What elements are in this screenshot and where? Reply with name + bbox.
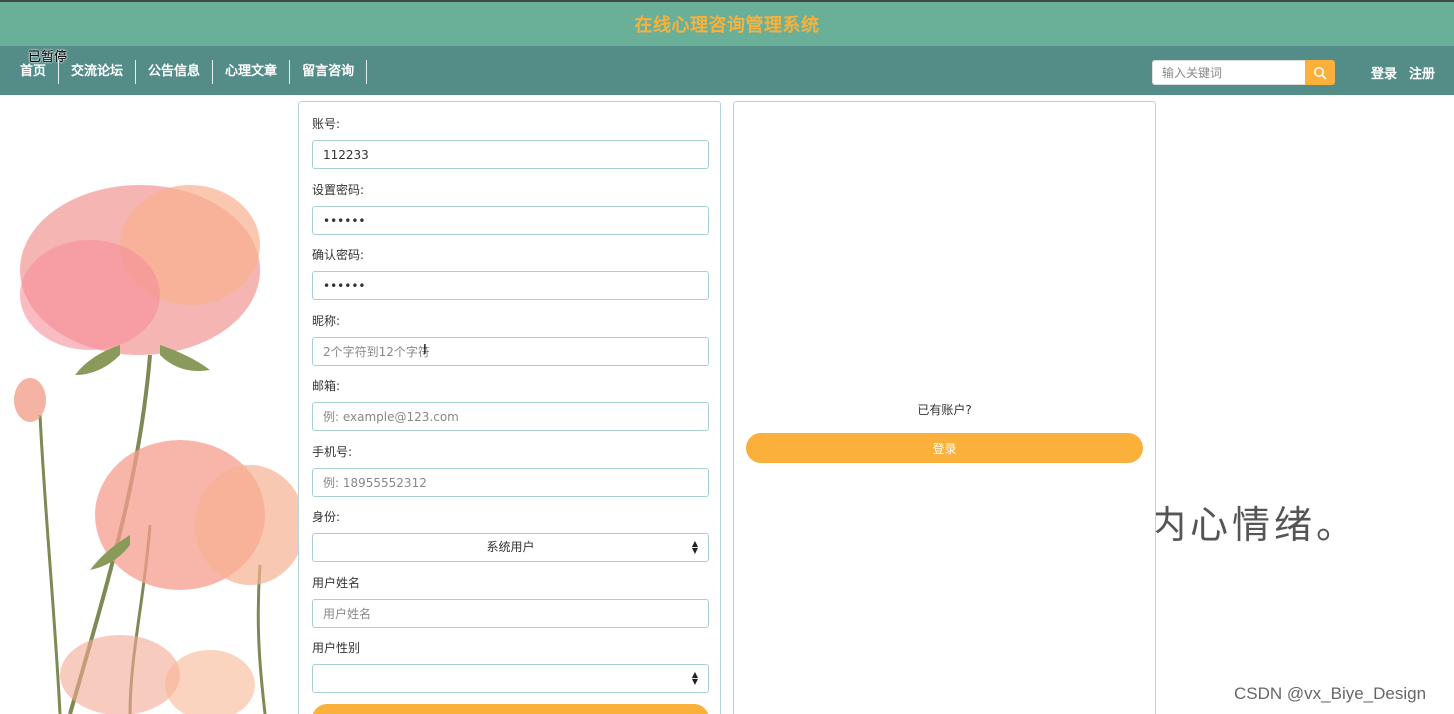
login-panel: 已有账户? 登录 <box>733 101 1156 714</box>
phone-input[interactable] <box>312 468 709 497</box>
nav-menu: 首页 交流论坛 公告信息 心理文章 留言咨询 <box>8 60 368 84</box>
role-select-value: 系统用户 <box>486 540 535 554</box>
email-input[interactable] <box>312 402 709 431</box>
password-label: 设置密码: <box>312 183 365 197</box>
real-name-field: 用户姓名 <box>312 575 709 628</box>
nickname-input[interactable] <box>312 337 709 366</box>
phone-label: 手机号: <box>312 445 353 459</box>
site-title: 在线心理咨询管理系统 <box>634 15 820 36</box>
nav-item-consult[interactable]: 留言咨询 <box>290 60 368 84</box>
confirm-password-input[interactable] <box>312 271 709 300</box>
phone-field: 手机号: <box>312 444 709 497</box>
account-label: 账号: <box>312 117 341 131</box>
top-header: 在线心理咨询管理系统 <box>0 0 1454 46</box>
email-label: 邮箱: <box>312 379 341 393</box>
nav-bar: 已暂停 首页 交流论坛 公告信息 心理文章 留言咨询 登录 注册 <box>0 46 1454 95</box>
nav-item-forum[interactable]: 交流论坛 <box>59 60 137 84</box>
search-input[interactable] <box>1152 60 1305 85</box>
gender-field: 用户性别 ▲ ▼ <box>312 640 709 693</box>
flower-illustration <box>14 185 300 714</box>
nav-item-articles[interactable]: 心理文章 <box>213 60 291 84</box>
search-icon <box>1314 66 1327 79</box>
password-field: 设置密码: <box>312 182 709 235</box>
background-slogan: 内心情绪。 <box>1148 503 1359 547</box>
watermark: CSDN @vx_Biye_Design <box>1234 684 1427 703</box>
select-caret-icon: ▲ ▼ <box>691 539 698 555</box>
email-field: 邮箱: <box>312 378 709 431</box>
register-link[interactable]: 注册 <box>1409 63 1435 82</box>
account-input[interactable] <box>312 140 709 169</box>
select-caret-icon: ▲ ▼ <box>691 670 698 686</box>
password-input[interactable] <box>312 206 709 235</box>
auth-links: 登录 注册 <box>1371 63 1435 82</box>
search-box <box>1152 60 1335 85</box>
gender-label: 用户性别 <box>312 641 361 655</box>
confirm-password-field: 确认密码: <box>312 247 709 300</box>
role-field: 身份: 系统用户 ▲ ▼ <box>312 509 709 562</box>
search-button[interactable] <box>1305 60 1335 85</box>
nickname-label: 昵称: <box>312 314 341 328</box>
register-submit-button[interactable] <box>312 704 709 714</box>
nickname-field: 昵称: <box>312 313 709 366</box>
real-name-label: 用户姓名 <box>312 576 361 590</box>
role-select[interactable]: 系统用户 ▲ ▼ <box>312 533 709 562</box>
role-label: 身份: <box>312 510 341 524</box>
login-link[interactable]: 登录 <box>1371 63 1397 82</box>
account-field: 账号: <box>312 116 709 169</box>
real-name-input[interactable] <box>312 599 709 628</box>
have-account-text: 已有账户? <box>917 403 972 417</box>
login-button[interactable]: 登录 <box>746 433 1143 463</box>
gender-select[interactable]: ▲ ▼ <box>312 664 709 693</box>
confirm-password-label: 确认密码: <box>312 248 365 262</box>
nav-item-home[interactable]: 首页 <box>8 60 60 84</box>
text-cursor-icon: I <box>423 343 427 358</box>
nav-item-notices[interactable]: 公告信息 <box>136 60 214 84</box>
background-flower-art <box>0 95 300 714</box>
register-form: 账号: 设置密码: 确认密码: 昵称: I 邮箱: 手机号: 身份: 系统用户 … <box>298 101 721 714</box>
